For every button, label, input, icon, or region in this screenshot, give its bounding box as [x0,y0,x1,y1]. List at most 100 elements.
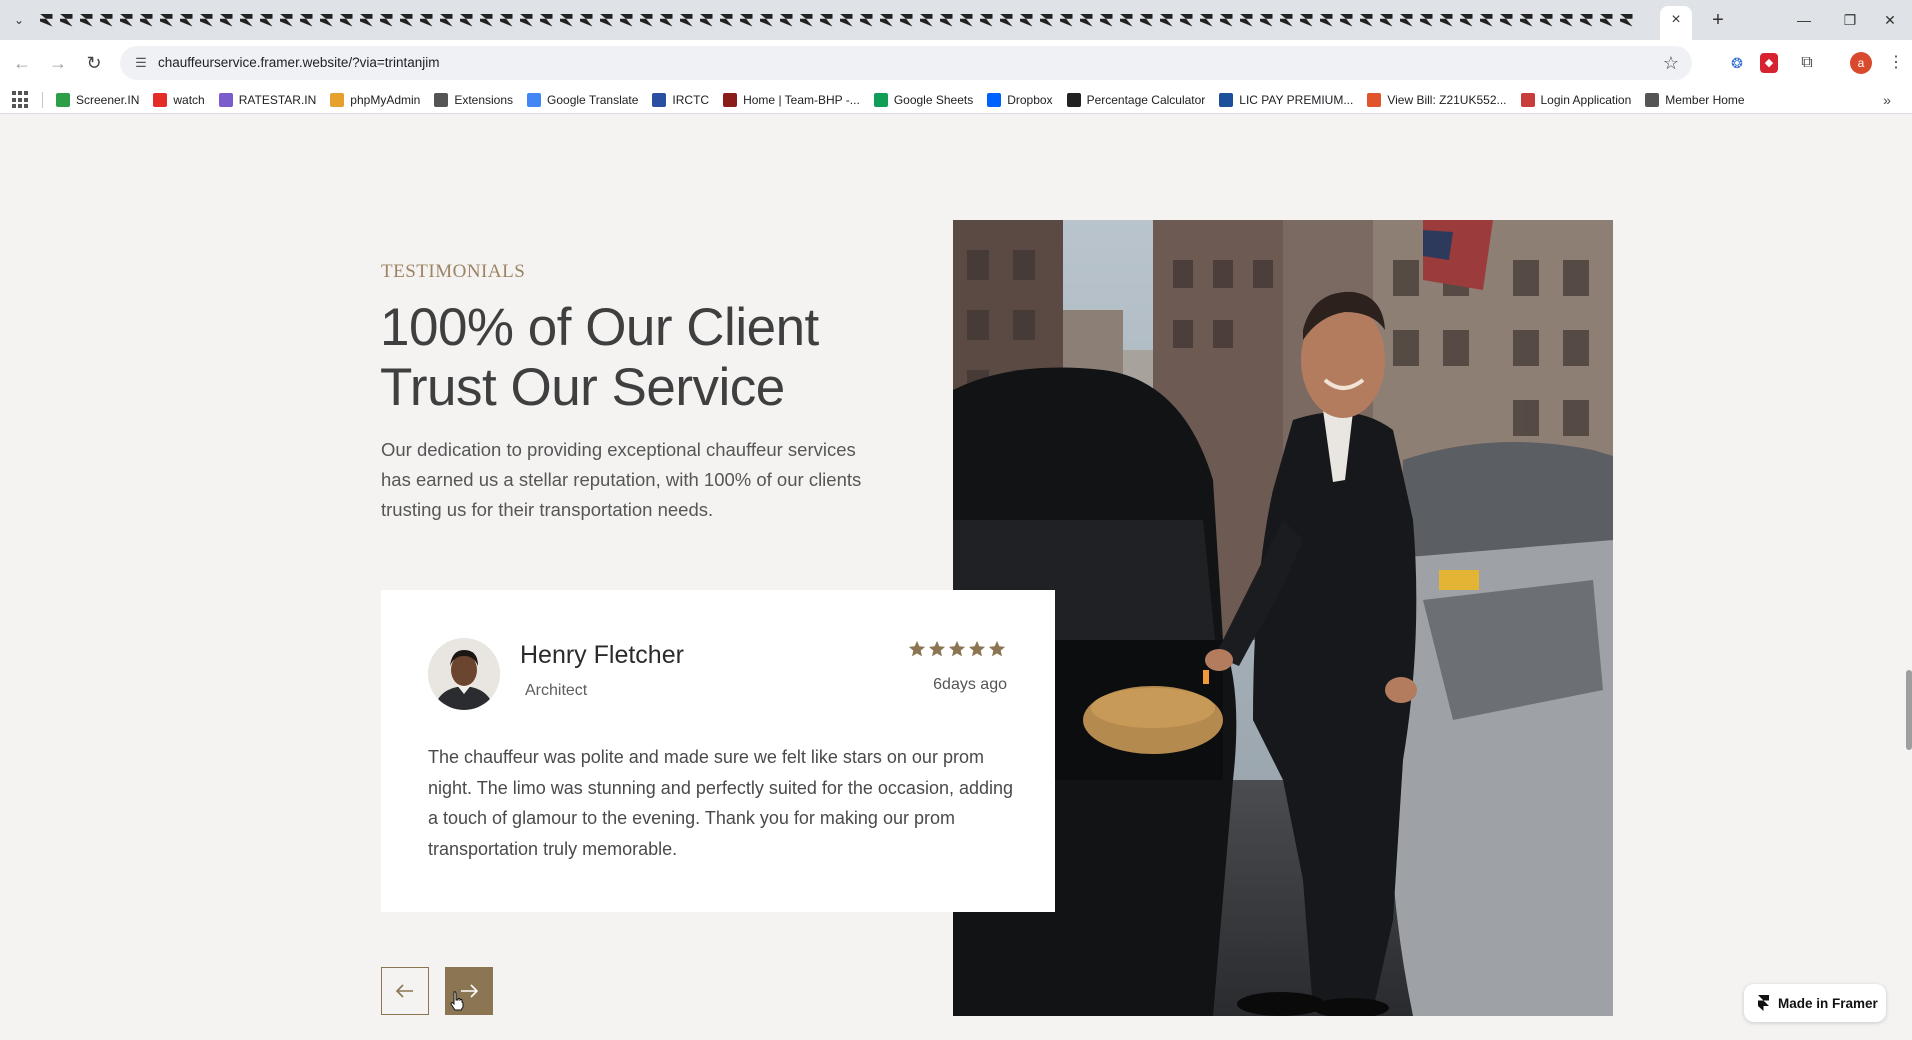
tab-favicon-icon[interactable] [56,10,76,30]
tab-favicon-icon[interactable] [796,10,816,30]
tab-favicon-icon[interactable] [996,10,1016,30]
tab-favicon-icon[interactable] [1616,10,1636,30]
bookmark-item[interactable]: View Bill: Z21UK552... [1367,86,1507,114]
tab-favicon-icon[interactable] [1096,10,1116,30]
tab-favicon-icon[interactable] [416,10,436,30]
tab-favicon-icon[interactable] [456,10,476,30]
tab-favicon-icon[interactable] [1376,10,1396,30]
address-bar[interactable]: ☰ chauffeurservice.framer.website/?via=t… [120,46,1692,80]
profile-avatar[interactable]: a [1850,52,1872,74]
tab-favicon-icon[interactable] [876,10,896,30]
made-in-framer-badge[interactable]: Made in Framer [1744,984,1886,1022]
bookmark-item[interactable]: Percentage Calculator [1066,86,1205,114]
bookmark-star-icon[interactable]: ☆ [1660,52,1682,74]
site-info-icon[interactable]: ☰ [132,54,150,72]
tab-favicon-icon[interactable] [356,10,376,30]
tab-favicon-icon[interactable] [656,10,676,30]
tab-favicon-icon[interactable] [536,10,556,30]
back-button[interactable]: ← [9,50,35,76]
scrollbar-thumb[interactable] [1906,670,1912,750]
tab-favicon-icon[interactable] [1556,10,1576,30]
tab-favicon-icon[interactable] [1236,10,1256,30]
tab-favicon-icon[interactable] [36,10,56,30]
tab-favicon-icon[interactable] [1316,10,1336,30]
tab-favicon-icon[interactable] [436,10,456,30]
tab-favicon-icon[interactable] [316,10,336,30]
tab-favicon-icon[interactable] [76,10,96,30]
tab-favicon-icon[interactable] [636,10,656,30]
tab-favicon-icon[interactable] [1596,10,1616,30]
tab-favicon-icon[interactable] [916,10,936,30]
tab-favicon-icon[interactable] [696,10,716,30]
tab-favicon-icon[interactable] [556,10,576,30]
tab-favicon-icon[interactable] [716,10,736,30]
tab-favicon-icon[interactable] [1476,10,1496,30]
bookmark-item[interactable]: Extensions [434,86,513,114]
bookmark-item[interactable]: Home | Team-BHP -... [723,86,860,114]
bookmark-item[interactable]: LIC PAY PREMIUM... [1219,86,1353,114]
tab-favicon-icon[interactable] [1016,10,1036,30]
extensions-puzzle-icon[interactable]: ⧉ [1796,52,1818,74]
apps-grid-icon[interactable] [12,91,30,109]
tab-favicon-icon[interactable] [156,10,176,30]
new-tab-button[interactable]: + [1706,8,1730,32]
tab-favicon-icon[interactable] [1516,10,1536,30]
tab-favicon-icon[interactable] [1336,10,1356,30]
tab-favicon-icon[interactable] [736,10,756,30]
reload-button[interactable]: ↻ [81,50,107,76]
tab-favicon-icon[interactable] [176,10,196,30]
tab-favicon-icon[interactable] [856,10,876,30]
extension-shield-icon[interactable]: ◆ [1760,53,1778,73]
tab-favicon-icon[interactable] [1576,10,1596,30]
bookmark-item[interactable]: RATESTAR.IN [218,86,316,114]
tab-favicon-icon[interactable] [896,10,916,30]
tab-favicon-icon[interactable] [96,10,116,30]
tab-favicon-icon[interactable] [1496,10,1516,30]
restore-button[interactable]: ❐ [1830,6,1870,34]
bookmark-item[interactable]: phpMyAdmin [330,86,420,114]
tab-favicon-icon[interactable] [116,10,136,30]
tab-favicon-icon[interactable] [1116,10,1136,30]
tab-favicon-icon[interactable] [1036,10,1056,30]
forward-button[interactable]: → [45,50,71,76]
tab-favicon-icon[interactable] [1196,10,1216,30]
tab-favicon-icon[interactable] [216,10,236,30]
tab-favicon-icon[interactable] [136,10,156,30]
bookmark-item[interactable]: Login Application [1520,86,1631,114]
minimize-button[interactable]: — [1784,6,1824,34]
tab-favicon-icon[interactable] [576,10,596,30]
tab-favicon-icon[interactable] [516,10,536,30]
tab-favicon-icon[interactable] [1396,10,1416,30]
close-tab-icon[interactable]: × [1666,10,1686,30]
bookmark-item[interactable]: Dropbox [987,86,1053,114]
extension-globe-icon[interactable]: ❂ [1726,52,1748,74]
previous-testimonial-button[interactable] [381,967,429,1015]
tab-favicon-icon[interactable] [1256,10,1276,30]
tab-favicon-icon[interactable] [936,10,956,30]
tab-favicon-icon[interactable] [616,10,636,30]
tab-favicon-icon[interactable] [476,10,496,30]
tab-favicon-icon[interactable] [256,10,276,30]
tab-favicon-icon[interactable] [276,10,296,30]
tab-favicon-icon[interactable] [776,10,796,30]
tab-search-icon[interactable]: ⌄ [8,9,30,31]
tab-favicon-icon[interactable] [1536,10,1556,30]
tab-favicon-icon[interactable] [1176,10,1196,30]
bookmark-item[interactable]: Screener.IN [56,86,139,114]
tab-favicon-icon[interactable] [976,10,996,30]
url-text[interactable]: chauffeurservice.framer.website/?via=tri… [158,55,440,70]
tab-favicon-icon[interactable] [396,10,416,30]
tab-favicon-icon[interactable] [596,10,616,30]
tab-favicon-icon[interactable] [956,10,976,30]
close-window-button[interactable]: ✕ [1870,6,1910,34]
tab-favicon-icon[interactable] [676,10,696,30]
tab-favicon-icon[interactable] [1216,10,1236,30]
tab-favicon-icon[interactable] [1456,10,1476,30]
bookmark-item[interactable]: Google Sheets [873,86,973,114]
tab-favicon-icon[interactable] [1436,10,1456,30]
tab-favicon-icon[interactable] [336,10,356,30]
tab-favicon-icon[interactable] [1356,10,1376,30]
bookmark-item[interactable]: Member Home [1645,86,1745,114]
tab-favicon-icon[interactable] [376,10,396,30]
tab-favicon-icon[interactable] [236,10,256,30]
